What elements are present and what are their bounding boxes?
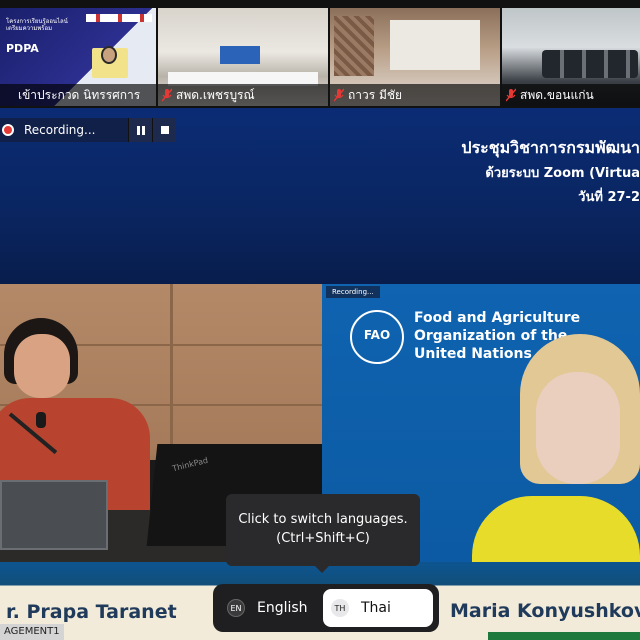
tablet (0, 480, 108, 550)
language-option-thai[interactable]: TH Thai (323, 589, 433, 627)
pause-icon (136, 125, 145, 135)
language-tooltip: Click to switch languages. (Ctrl+Shift+C… (226, 494, 420, 566)
language-code-badge: TH (331, 599, 349, 617)
mic-muted-icon (162, 88, 172, 102)
speaker-body (472, 496, 640, 562)
tooltip-line-2: (Ctrl+Shift+C) (276, 531, 370, 546)
conference-title: ประชุมวิชาการกรมพัฒนา (461, 138, 640, 157)
shared-banner: Recording... ประชุมวิชาการกรมพัฒนา ด้วยร… (0, 108, 640, 284)
participant-thumb-2[interactable]: สพด.เพชรบูรณ์ (158, 8, 328, 106)
tooltip-arrow (314, 565, 330, 573)
language-label: English (257, 600, 308, 616)
participant-thumb-3[interactable]: ถาวร มีชัย (330, 8, 500, 106)
participant-name-text: สพด.ขอนแก่น (520, 88, 594, 102)
language-label: Thai (361, 600, 391, 616)
speaker-name-left: r. Prapa Taranet (6, 601, 177, 623)
participant-thumb-1[interactable]: โครงการเรียนรู้ออนไลน์ เตรียมความพร้อม P… (0, 8, 156, 106)
recording-indicator: Recording... (0, 118, 176, 142)
room-chairs (542, 50, 638, 78)
slide-speaker-photo (101, 46, 117, 64)
conference-date: วันที่ 27-2 (578, 190, 640, 205)
participant-thumb-4[interactable]: สพด.ขอนแก่น (502, 8, 640, 106)
participant-name: สพด.เพชรบูรณ์ (158, 84, 328, 106)
room-wall (334, 16, 374, 76)
mini-recording-label: Recording... (326, 286, 380, 298)
language-code-badge: EN (227, 599, 245, 617)
fao-logo-icon: FAO (350, 310, 404, 364)
language-option-english[interactable]: EN English (219, 589, 319, 627)
fao-logo-text: FAO (363, 328, 391, 342)
recording-label: Recording... (24, 123, 96, 137)
recording-dot-icon (2, 124, 14, 136)
participant-name-text: สพด.เพชรบูรณ์ (176, 88, 255, 102)
stop-recording-button[interactable] (152, 118, 176, 142)
name-underline-bar (488, 632, 640, 640)
room-board (390, 20, 480, 70)
room-screen (220, 46, 260, 64)
corner-tag: AGEMENT1 (0, 624, 64, 640)
conference-subtitle: ด้วยระบบ Zoom (Virtua (485, 166, 640, 181)
slide-logos (86, 14, 152, 22)
participant-name: ถาวร มีชัย (330, 84, 500, 106)
participant-name-text: ถาวร มีชัย (348, 88, 403, 102)
participant-thumbnail-strip: โครงการเรียนรู้ออนไลน์ เตรียมความพร้อม P… (0, 0, 640, 108)
fao-org-line-3: United Nations (414, 346, 532, 362)
wall-panel-split (170, 284, 173, 464)
microphone-icon (36, 412, 46, 428)
language-switcher: EN English TH Thai (213, 584, 439, 632)
speaker-face (536, 372, 620, 484)
participant-name: เข้าประกวด นิทรรศการ (0, 84, 156, 106)
speaker-name-right: Maria Konyushkov (450, 600, 640, 622)
tooltip-line-1: Click to switch languages. (238, 512, 408, 527)
slide-tag: PDPA (6, 42, 39, 55)
slide-title: โครงการเรียนรู้ออนไลน์ เตรียมความพร้อม (6, 18, 68, 32)
participant-name: สพด.ขอนแก่น (502, 84, 640, 106)
pause-recording-button[interactable] (128, 118, 152, 142)
fao-org-line-2: Organization of the (414, 328, 568, 344)
zoom-meeting-window: โครงการเรียนรู้ออนไลน์ เตรียมความพร้อม P… (0, 0, 640, 640)
speaker-face (14, 334, 70, 398)
mic-muted-icon (506, 88, 516, 102)
stop-icon (160, 126, 169, 134)
fao-org-line-1: Food and Agriculture (414, 310, 581, 326)
mic-muted-icon (334, 88, 344, 102)
